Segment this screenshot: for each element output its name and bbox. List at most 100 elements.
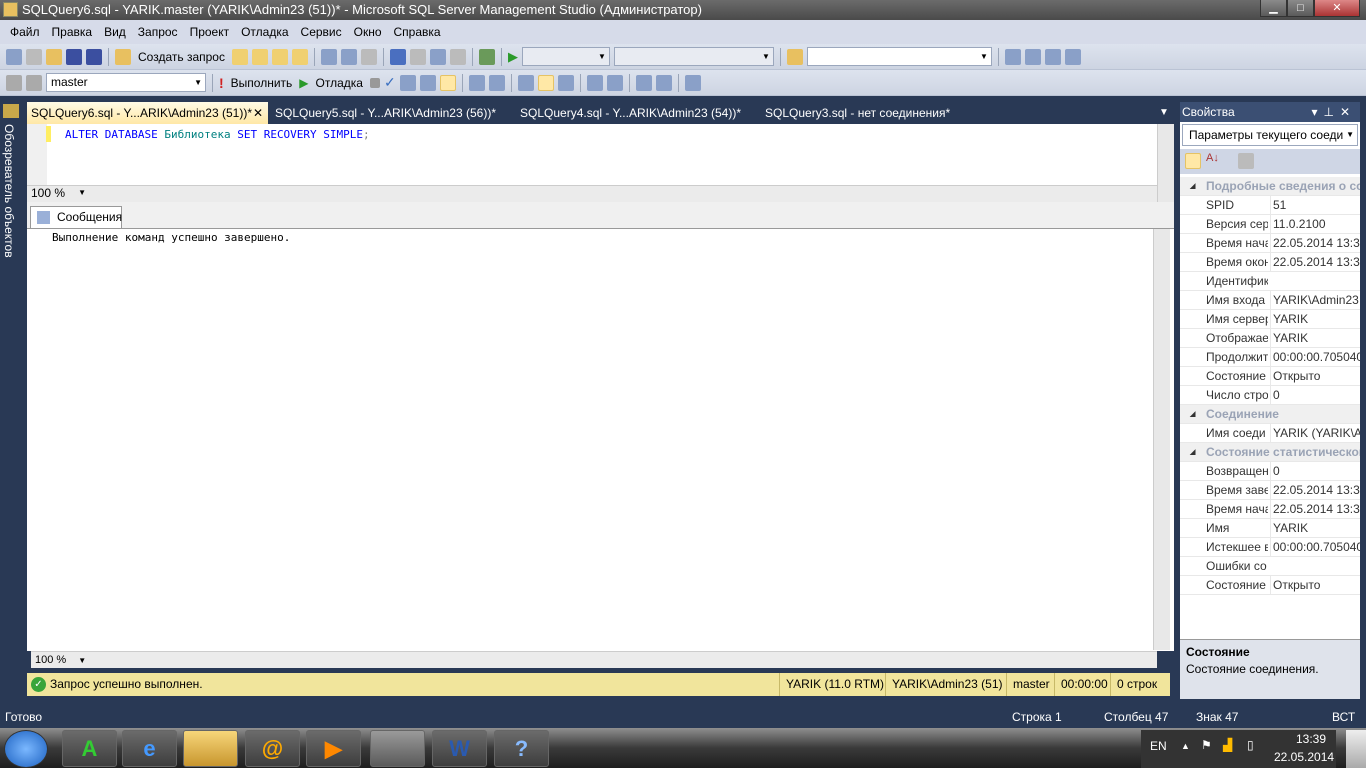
paste-icon[interactable]: [360, 48, 377, 65]
minimize-button[interactable]: ▁: [1260, 0, 1287, 17]
results-vertical-scrollbar[interactable]: [1153, 229, 1170, 650]
tools-icon[interactable]: [1044, 48, 1061, 65]
property-row[interactable]: Имя входа YARIK\Admin23: [1180, 291, 1360, 310]
xmla-query-icon[interactable]: [291, 48, 308, 65]
decrease-indent-icon[interactable]: [635, 74, 652, 91]
network-icon[interactable]: ▟: [1223, 738, 1232, 752]
new-query-icon[interactable]: [115, 48, 131, 65]
mdx-query-icon[interactable]: [251, 48, 268, 65]
property-row[interactable]: Время заве22.05.2014 13:39:0: [1180, 481, 1360, 500]
property-row[interactable]: Продолжит00:00:00.7050404: [1180, 348, 1360, 367]
menu-view[interactable]: Вид: [98, 25, 132, 39]
sql-code-line[interactable]: ALTER DATABASE Библиотека SET RECOVERY S…: [65, 128, 370, 141]
menu-edit[interactable]: Правка: [46, 25, 99, 39]
results-zoom-select[interactable]: 100 %: [35, 654, 66, 666]
close-button[interactable]: ✕: [1314, 0, 1360, 17]
copy-icon[interactable]: [340, 48, 357, 65]
redo-icon[interactable]: [409, 48, 426, 65]
property-row[interactable]: Отображае YARIK: [1180, 329, 1360, 348]
comment-icon[interactable]: [586, 74, 603, 91]
taskbar-explorer[interactable]: [183, 730, 238, 767]
include-plan-icon[interactable]: [468, 74, 485, 91]
open-file-icon[interactable]: [46, 48, 62, 65]
tab-list-dropdown-icon[interactable]: ▼: [1155, 102, 1169, 124]
menu-help[interactable]: Справка: [388, 25, 447, 39]
property-category[interactable]: Соединение: [1180, 405, 1360, 424]
property-row[interactable]: Имя сервер YARIK: [1180, 310, 1360, 329]
new-project-icon[interactable]: [6, 48, 22, 65]
connect-icon[interactable]: [6, 74, 22, 91]
database-select[interactable]: master ▼: [46, 73, 206, 92]
object-explorer-icon[interactable]: [1024, 48, 1041, 65]
property-row[interactable]: Возвращен 0: [1180, 462, 1360, 481]
menu-tools[interactable]: Сервис: [295, 25, 348, 39]
display-plan-icon[interactable]: [399, 74, 416, 91]
editor-vertical-scrollbar[interactable]: [1157, 124, 1174, 202]
window-icon[interactable]: [1064, 48, 1081, 65]
menu-window[interactable]: Окно: [348, 25, 388, 39]
tab-sqlquery5[interactable]: SQLQuery5.sql - Y...ARIK\Admin23 (56))*: [271, 102, 496, 124]
tab-messages[interactable]: Сообщения: [30, 206, 122, 229]
property-category[interactable]: Подробные сведения о со: [1180, 177, 1360, 196]
property-category[interactable]: Состояние статистического: [1180, 443, 1360, 462]
tab-sqlquery6[interactable]: SQLQuery6.sql - Y...ARIK\Admin23 (51))* ✕: [27, 102, 268, 124]
property-row[interactable]: Время нача22.05.2014 13:39:0: [1180, 234, 1360, 253]
start-button[interactable]: [4, 730, 48, 768]
battery-icon[interactable]: ▯: [1247, 738, 1254, 752]
object-explorer-tab[interactable]: Обозреватель объектов: [2, 124, 16, 258]
panel-controls[interactable]: ▾⊥✕: [1311, 102, 1356, 122]
menu-debug[interactable]: Отладка: [235, 25, 294, 39]
results-to-file-icon[interactable]: [557, 74, 574, 91]
navigate-back-icon[interactable]: [429, 48, 446, 65]
find-in-files-icon[interactable]: [786, 48, 803, 65]
registered-servers-icon[interactable]: [1004, 48, 1021, 65]
categorized-icon[interactable]: [1185, 153, 1201, 169]
increase-indent-icon[interactable]: [655, 74, 672, 91]
show-desktop-button[interactable]: [1346, 730, 1366, 768]
menu-file[interactable]: Файл: [4, 25, 46, 39]
execute-button[interactable]: Выполнить: [228, 76, 296, 90]
taskbar-app-a[interactable]: A: [62, 730, 117, 767]
platform-combo[interactable]: ▼: [613, 47, 774, 66]
results-to-grid-icon[interactable]: [537, 74, 554, 91]
taskbar-help[interactable]: ?: [494, 730, 549, 767]
property-row[interactable]: Ошибки со: [1180, 557, 1360, 576]
intellisense-icon[interactable]: [439, 74, 456, 91]
menu-project[interactable]: Проект: [184, 25, 236, 39]
solution-config-combo[interactable]: ▼: [521, 47, 610, 66]
activity-monitor-icon[interactable]: [478, 48, 495, 65]
navigate-forward-icon[interactable]: [449, 48, 466, 65]
property-row[interactable]: Время нача22.05.2014 13:39:0: [1180, 500, 1360, 519]
cut-icon[interactable]: [320, 48, 337, 65]
property-row[interactable]: Состояние Открыто: [1180, 367, 1360, 386]
save-icon[interactable]: [66, 48, 82, 65]
property-row[interactable]: Число стро 0: [1180, 386, 1360, 405]
editor-zoom-select[interactable]: 100 % ▼: [31, 186, 89, 202]
find-combo[interactable]: ▼: [806, 47, 992, 66]
add-item-icon[interactable]: [26, 48, 42, 65]
property-row[interactable]: Версия сер 11.0.2100: [1180, 215, 1360, 234]
alphabetical-icon[interactable]: A↓: [1206, 152, 1219, 164]
properties-object-select[interactable]: Параметры текущего соеди ▼: [1182, 124, 1358, 146]
save-all-icon[interactable]: [86, 48, 102, 65]
change-connection-icon[interactable]: [26, 74, 42, 91]
db-query-icon[interactable]: [231, 48, 248, 65]
maximize-button[interactable]: □: [1287, 0, 1314, 17]
start-debug-icon[interactable]: ▶: [508, 49, 518, 65]
property-row[interactable]: SPID 51: [1180, 196, 1360, 215]
property-row[interactable]: Имя соеди YARIK (YARIK\Ad: [1180, 424, 1360, 443]
property-row[interactable]: Время окон22.05.2014 13:39:0: [1180, 253, 1360, 272]
new-query-button[interactable]: Создать запрос: [135, 50, 228, 64]
cancel-query-icon[interactable]: [369, 77, 380, 88]
clock-time[interactable]: 13:39: [1296, 732, 1326, 746]
dmx-query-icon[interactable]: [271, 48, 288, 65]
show-hidden-icons[interactable]: ▲: [1181, 741, 1190, 751]
uncomment-icon[interactable]: [606, 74, 623, 91]
taskbar-media[interactable]: ▶: [306, 730, 361, 767]
taskbar-ie[interactable]: e: [122, 730, 177, 767]
taskbar-mail[interactable]: @: [245, 730, 300, 767]
taskbar-word[interactable]: W: [432, 730, 487, 767]
specify-values-icon[interactable]: [684, 74, 701, 91]
client-stats-icon[interactable]: [488, 74, 505, 91]
property-row[interactable]: Истекшее в00:00:00.7050404: [1180, 538, 1360, 557]
